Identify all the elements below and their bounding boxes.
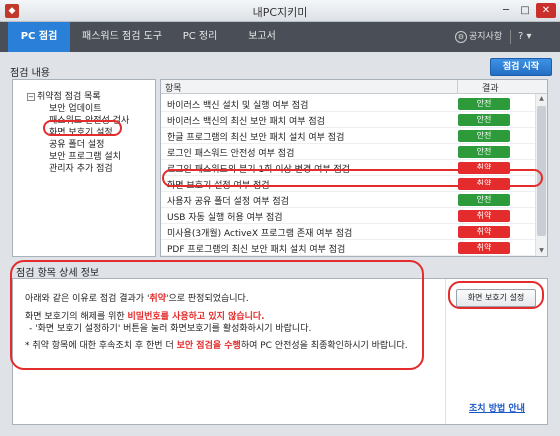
table-row[interactable]: 사용자 공유 폴더 설정 여부 점검 안전 (161, 192, 535, 208)
detail-text: 하여 PC 안전성을 최종확인하시기 바랍니다. (240, 341, 408, 351)
detail-text: '으로 판정되었습니다. (165, 294, 249, 304)
fix-guide-link[interactable]: 조치 방법 안내 (469, 401, 525, 414)
status-badge-weak: 취약 (458, 162, 510, 174)
notice-icon: ⚙ (455, 30, 467, 43)
notice-link[interactable]: ⚙ 공지사항 (455, 30, 502, 44)
scroll-thumb[interactable] (537, 106, 546, 236)
row-item-label: 한글 프로그램의 최신 보안 패치 설치 여부 점검 (167, 133, 345, 143)
collapse-icon[interactable]: − (27, 92, 35, 101)
table-row[interactable]: 미사용(3개월) ActiveX 프로그램 존재 여부 점검 취약 (161, 224, 535, 240)
scroll-up-icon[interactable]: ▲ (536, 94, 547, 104)
table-row[interactable]: 화면 보호기 설정 여부 점검 취약 (161, 176, 535, 192)
table-row[interactable]: 한글 프로그램의 최신 보안 패치 설치 여부 점검 안전 (161, 128, 535, 144)
table-row[interactable]: 로그인 패스워드의 분기 1회 이상 변경 여부 점검 취약 (161, 160, 535, 176)
status-badge-weak: 취약 (458, 178, 510, 190)
detail-text: 아래와 같은 이유로 점검 결과가 ' (25, 294, 150, 304)
row-item-label: 화면 보호기 설정 여부 점검 (167, 181, 270, 191)
window-title: 내PC지키미 (252, 6, 308, 19)
row-item-label: 미사용(3개월) ActiveX 프로그램 존재 여부 점검 (167, 229, 353, 239)
status-badge-safe: 안전 (458, 146, 510, 158)
tree-item-admin-check[interactable]: 관리자 추가 점검 (49, 161, 113, 174)
status-badge-weak: 취약 (458, 226, 510, 238)
detail-divider (445, 279, 446, 424)
column-divider (457, 80, 458, 94)
tab-pc-check[interactable]: PC 점검 (8, 22, 70, 52)
column-header-item: 항목 (165, 84, 182, 94)
detail-text: * 취약 항목에 대한 후속조치 후 한번 더 (25, 341, 177, 351)
help-icon: ? (518, 31, 524, 42)
detail-verdict: 취약 (149, 294, 166, 304)
check-list-tree: − 취약점 점검 목록 보안 업데이트 패스워드 안전성 검사 화면 보호기 설정… (12, 79, 156, 257)
status-badge-weak: 취약 (458, 242, 510, 254)
start-check-button[interactable]: 점검 시작 (490, 58, 552, 76)
status-badge-weak: 취약 (458, 210, 510, 222)
header-divider (510, 30, 511, 44)
detail-verdict-line: 아래와 같은 이유로 점검 결과가 '취약'으로 판정되었습니다. (25, 291, 249, 304)
scroll-down-icon[interactable]: ▼ (536, 246, 547, 256)
detail-followup-line: * 취약 항목에 대한 후속조치 후 한번 더 보안 점검을 수행하여 PC 안… (25, 338, 408, 351)
tab-report[interactable]: 보고서 (232, 22, 292, 52)
tab-pc-cleanup[interactable]: PC 정리 (170, 22, 230, 52)
row-item-label: PDF 프로그램의 최신 보안 패치 설치 여부 점검 (167, 245, 346, 255)
table-row[interactable]: 로그인 패스워드 안전성 여부 점검 안전 (161, 144, 535, 160)
row-item-label: 로그인 패스워드 안전성 여부 점검 (167, 149, 295, 159)
table-row[interactable]: PDF 프로그램의 최신 보안 패치 설치 여부 점검 취약 (161, 240, 535, 256)
minimize-button[interactable]: ─ (497, 3, 515, 18)
row-item-label: 바이러스 백신의 최신 보안 패치 여부 점검 (167, 117, 325, 127)
section-title: 점검 내용 (10, 68, 50, 79)
title-bar: ◆ 내PC지키미 ─ □ ✕ (0, 0, 560, 22)
close-button[interactable]: ✕ (536, 3, 556, 18)
row-item-label: 바이러스 백신 설치 및 실행 여부 점검 (167, 101, 309, 111)
column-header-result: 결과 (482, 84, 499, 94)
row-item-label: 로그인 패스워드의 분기 1회 이상 변경 여부 점검 (167, 165, 351, 175)
tab-password-tool[interactable]: 패스워드 점검 도구 (76, 22, 168, 52)
detail-instruction-line: - '화면 보호기 설정하기' 버튼을 눌러 화면보호기를 활성화하시기 바랍니… (29, 324, 312, 334)
table-row[interactable]: 바이러스 백신의 최신 보안 패치 여부 점검 안전 (161, 112, 535, 128)
help-menu-button[interactable]: ? ▾ (518, 30, 532, 44)
detail-panel: 아래와 같은 이유로 점검 결과가 '취약'으로 판정되었습니다. 화면 보호기… (12, 278, 548, 425)
table-row[interactable]: 바이러스 백신 설치 및 실행 여부 점검 안전 (161, 96, 535, 112)
maximize-button[interactable]: □ (516, 3, 534, 18)
main-tab-bar: PC 점검 패스워드 점검 도구 PC 정리 보고서 ⚙ 공지사항 ? ▾ (0, 22, 560, 52)
row-item-label: 사용자 공유 폴더 설정 여부 점검 (167, 197, 289, 207)
status-badge-safe: 안전 (458, 194, 510, 206)
table-row[interactable]: USB 자동 실행 허용 여부 점검 취약 (161, 208, 535, 224)
notice-label: 공지사항 (469, 32, 503, 42)
screensaver-settings-button[interactable]: 화면 보호기 설정 (456, 289, 536, 307)
detail-title: 점검 항목 상세 정보 (16, 268, 100, 279)
status-badge-safe: 안전 (458, 114, 510, 126)
table-header: 항목 결과 (161, 80, 547, 94)
detail-followup-emphasis: 보안 점검을 수행 (176, 341, 241, 351)
chevron-down-icon: ▾ (526, 31, 532, 42)
results-table: 항목 결과 바이러스 백신 설치 및 실행 여부 점검 안전 바이러스 백신의 최신… (160, 79, 548, 257)
table-scrollbar[interactable]: ▲ ▼ (535, 94, 547, 256)
row-item-label: USB 자동 실행 허용 여부 점검 (167, 213, 283, 223)
status-badge-safe: 안전 (458, 130, 510, 142)
status-badge-safe: 안전 (458, 98, 510, 110)
